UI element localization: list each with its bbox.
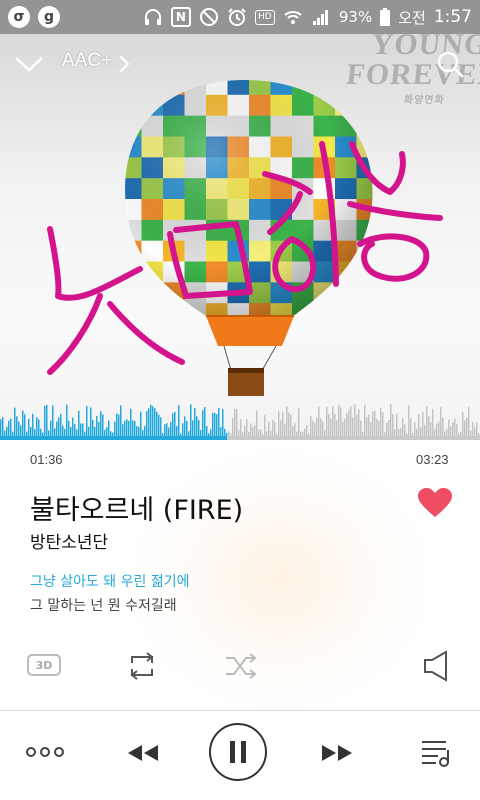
controls-divider [0, 710, 480, 711]
battery-icon [380, 8, 391, 26]
repeat-icon[interactable] [126, 651, 158, 681]
alarm-icon [228, 8, 246, 26]
signal-icon [312, 10, 328, 25]
album-art: YOUNG FOREVER 화양연화 [0, 34, 480, 440]
chevron-right-icon[interactable] [118, 54, 130, 74]
app-notification-icon: σ [8, 6, 30, 28]
speaker-icon[interactable] [422, 650, 450, 682]
time-period: 오전 [398, 8, 426, 27]
heart-icon[interactable] [418, 488, 452, 518]
shuffle-icon[interactable] [224, 653, 258, 679]
3d-icon[interactable]: 3D [27, 654, 61, 676]
lyric-current-line[interactable]: 그냥 살아도 돼 우린 젊기에 [30, 571, 189, 591]
wifi-icon [284, 11, 302, 24]
search-icon[interactable] [436, 50, 466, 80]
song-title: 불타오르네 (FIRE) [30, 495, 244, 526]
chevron-down-icon[interactable] [14, 54, 44, 74]
do-not-disturb-icon [199, 8, 218, 26]
status-bar: σ g N HD 93% 오전 1:57 [0, 0, 480, 34]
elapsed-time: 01:36 [30, 452, 63, 467]
player-top-bar: AAC+ [0, 34, 480, 94]
rewind-icon[interactable] [126, 743, 160, 763]
total-duration: 03:23 [416, 452, 449, 467]
waveform-visualizer [0, 404, 480, 440]
clock: 1:57 [433, 7, 472, 27]
lyric-next-line[interactable]: 그 말하는 넌 뭔 수저길래 [30, 595, 177, 615]
nfc-icon: N [170, 7, 191, 27]
headphones-icon [144, 9, 161, 25]
battery-percent: 93% [338, 8, 373, 26]
more-icon[interactable] [26, 746, 64, 758]
seek-bar-fill [0, 436, 228, 440]
artist-name[interactable]: 방탄소년단 [30, 528, 108, 553]
seek-bar[interactable] [0, 436, 480, 440]
fast-forward-icon[interactable] [320, 743, 354, 763]
playlist-icon[interactable] [420, 738, 452, 768]
app-notification-icon-2: g [38, 6, 60, 28]
pause-icon [230, 741, 246, 763]
codec-label[interactable]: AAC+ [62, 50, 112, 72]
pause-button[interactable] [209, 723, 267, 781]
hd-voice-icon: HD [254, 9, 275, 25]
